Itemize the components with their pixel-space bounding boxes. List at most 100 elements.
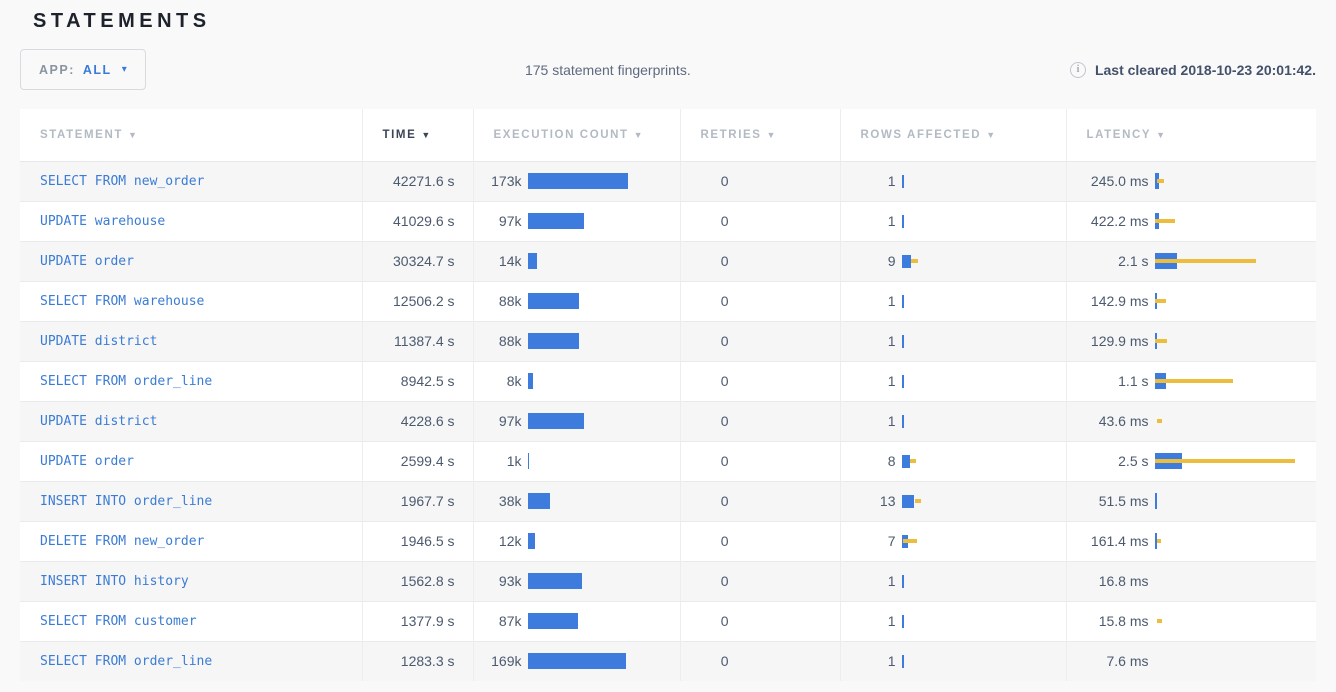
time-value: 1967.7 s — [362, 481, 473, 521]
table-row: SELECT FROM order_line1283.3 s169k017.6 … — [20, 641, 1316, 681]
statement-link[interactable]: DELETE FROM new_order — [40, 534, 204, 549]
statement-link[interactable]: SELECT FROM new_order — [40, 174, 204, 189]
rows-affected-chart — [902, 493, 1066, 509]
statement-link[interactable]: UPDATE warehouse — [40, 214, 165, 229]
time-value: 8942.5 s — [362, 361, 473, 401]
column-header-latency[interactable]: LATENCY▼ — [1066, 109, 1316, 161]
retries-value: 0 — [681, 253, 729, 269]
table-row: SELECT FROM new_order42271.6 s173k01245.… — [20, 161, 1316, 201]
execution-count-cell: 97k — [473, 401, 680, 441]
rows-affected-chart — [902, 613, 1066, 629]
statement-link[interactable]: SELECT FROM order_line — [40, 374, 212, 389]
execution-count-value: 1k — [474, 453, 522, 469]
latency-value: 7.6 ms — [1067, 653, 1149, 669]
statement-link[interactable]: UPDATE order — [40, 454, 134, 469]
statement-link[interactable]: INSERT INTO order_line — [40, 494, 212, 509]
execution-count-cell: 14k — [473, 241, 680, 281]
statement-link[interactable]: UPDATE district — [40, 414, 157, 429]
rows-affected-bar — [902, 335, 904, 348]
rows-affected-chart — [902, 333, 1066, 349]
app-filter-dropdown[interactable]: APP: ALL ▾ — [20, 49, 146, 90]
retries-cell: 0 — [680, 441, 840, 481]
execution-count-bar — [528, 533, 535, 549]
column-header-retries[interactable]: RETRIES▼ — [680, 109, 840, 161]
retries-cell: 0 — [680, 361, 840, 401]
rows-affected-cell: 7 — [840, 521, 1066, 561]
sort-caret-icon: ▼ — [634, 130, 645, 140]
execution-count-bar — [528, 333, 579, 349]
rows-affected-value: 1 — [841, 293, 896, 309]
execution-count-bar — [528, 173, 628, 189]
retries-cell: 0 — [680, 521, 840, 561]
statement-link[interactable]: INSERT INTO history — [40, 574, 189, 589]
statement-link[interactable]: SELECT FROM customer — [40, 614, 197, 629]
rows-affected-value: 1 — [841, 333, 896, 349]
execution-count-chart — [528, 533, 680, 549]
rows-affected-cell: 13 — [840, 481, 1066, 521]
time-value: 1562.8 s — [362, 561, 473, 601]
rows-affected-cell: 9 — [840, 241, 1066, 281]
column-header-time[interactable]: TIME▼ — [362, 109, 473, 161]
sort-caret-icon: ▼ — [1156, 130, 1167, 140]
time-value: 1377.9 s — [362, 601, 473, 641]
latency-value: 142.9 ms — [1067, 293, 1149, 309]
table-row: UPDATE order30324.7 s14k092.1 s — [20, 241, 1316, 281]
statements-table-wrap: STATEMENT▼TIME▼EXECUTION COUNT▼RETRIES▼R… — [20, 109, 1316, 681]
column-header-rows[interactable]: ROWS AFFECTED▼ — [840, 109, 1066, 161]
table-row: SELECT FROM warehouse12506.2 s88k01142.9… — [20, 281, 1316, 321]
execution-count-bar — [528, 213, 584, 229]
time-value: 42271.6 s — [362, 161, 473, 201]
execution-count-cell: 87k — [473, 601, 680, 641]
statement-cell: UPDATE district — [20, 321, 362, 361]
rows-affected-value: 9 — [841, 253, 896, 269]
execution-count-chart — [528, 373, 680, 389]
retries-value: 0 — [681, 173, 729, 189]
latency-value: 16.8 ms — [1067, 573, 1149, 589]
latency-value: 51.5 ms — [1067, 493, 1149, 509]
execution-count-chart — [528, 493, 680, 509]
time-value: 41029.6 s — [362, 201, 473, 241]
rows-affected-bar — [902, 655, 904, 668]
time-value: 12506.2 s — [362, 281, 473, 321]
statement-cell: SELECT FROM customer — [20, 601, 362, 641]
latency-value: 161.4 ms — [1067, 533, 1149, 549]
column-label: ROWS AFFECTED — [861, 129, 982, 141]
latency-cell: 16.8 ms — [1066, 561, 1316, 601]
statement-link[interactable]: SELECT FROM warehouse — [40, 294, 204, 309]
rows-affected-value: 1 — [841, 613, 896, 629]
statement-cell: UPDATE order — [20, 241, 362, 281]
rows-affected-chart — [902, 293, 1066, 309]
execution-count-bar — [528, 493, 550, 509]
rows-affected-cell: 1 — [840, 401, 1066, 441]
latency-value: 422.2 ms — [1067, 213, 1149, 229]
execution-count-bar — [528, 573, 582, 589]
column-label: TIME — [383, 129, 417, 141]
rows-affected-chart — [902, 173, 1066, 189]
execution-count-chart — [528, 613, 680, 629]
info-icon[interactable]: i — [1070, 62, 1086, 78]
latency-value: 15.8 ms — [1067, 613, 1149, 629]
statement-link[interactable]: UPDATE order — [40, 254, 134, 269]
execution-count-bar — [528, 653, 626, 669]
execution-count-bar — [528, 413, 584, 429]
retries-value: 0 — [681, 493, 729, 509]
execution-count-cell: 1k — [473, 441, 680, 481]
rows-affected-cell: 8 — [840, 441, 1066, 481]
rows-affected-stddev-line — [910, 459, 916, 463]
latency-value: 43.6 ms — [1067, 413, 1149, 429]
latency-cell: 129.9 ms — [1066, 321, 1316, 361]
latency-stddev-line — [1155, 259, 1256, 263]
execution-count-bar — [528, 373, 533, 389]
sort-caret-icon: ▼ — [767, 130, 778, 140]
column-header-statement[interactable]: STATEMENT▼ — [20, 109, 362, 161]
statement-link[interactable]: UPDATE district — [40, 334, 157, 349]
latency-cell: 2.1 s — [1066, 241, 1316, 281]
execution-count-value: 169k — [474, 653, 522, 669]
rows-affected-cell: 1 — [840, 161, 1066, 201]
time-value: 2599.4 s — [362, 441, 473, 481]
column-header-exec[interactable]: EXECUTION COUNT▼ — [473, 109, 680, 161]
rows-affected-bar — [902, 615, 904, 628]
execution-count-chart — [528, 253, 680, 269]
latency-cell: 15.8 ms — [1066, 601, 1316, 641]
statement-link[interactable]: SELECT FROM order_line — [40, 654, 212, 669]
